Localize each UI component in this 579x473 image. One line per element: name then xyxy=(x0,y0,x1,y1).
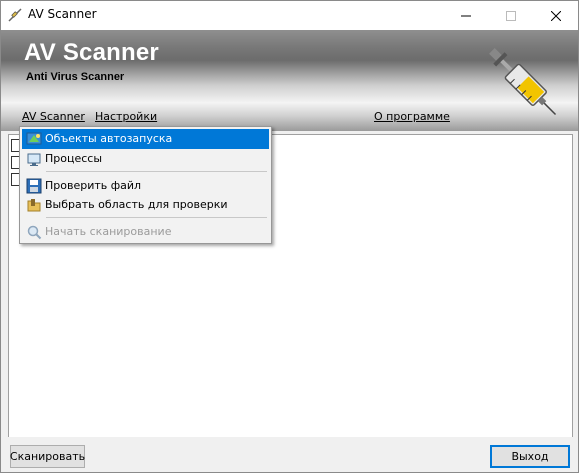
processes-icon xyxy=(27,153,41,166)
close-button[interactable] xyxy=(533,1,578,30)
folder-icon xyxy=(27,199,41,212)
menu-settings[interactable]: Настройки xyxy=(95,110,157,123)
menu-item-label: Объекты автозапуска xyxy=(45,132,173,145)
header-banner: AV Scanner Anti Virus Scanner AV Scanner… xyxy=(1,30,578,131)
maximize-icon xyxy=(505,10,516,21)
menu-item-check-file[interactable]: Проверить файл xyxy=(22,176,269,196)
startup-objects-icon xyxy=(26,132,42,145)
close-icon xyxy=(550,10,561,21)
menu-item-select-area[interactable]: Выбрать область для проверки xyxy=(22,195,269,215)
menu-item-label: Процессы xyxy=(45,152,103,165)
menu-item-processes[interactable]: Процессы xyxy=(22,149,269,169)
title-bar[interactable]: AV Scanner xyxy=(1,1,578,30)
floppy-disk-icon xyxy=(26,178,42,194)
menu-item-label: Проверить файл xyxy=(45,179,142,192)
menu-item-start-scan[interactable]: Начать сканирование xyxy=(22,222,269,242)
minimize-icon xyxy=(460,15,471,16)
menu-item-startup-objects[interactable]: Объекты автозапуска xyxy=(22,129,269,149)
menu-item-label: Выбрать область для проверки xyxy=(45,198,228,211)
app-window: AV Scanner AV Scanner Anti Virus Scanner xyxy=(0,0,579,473)
syringe-icon xyxy=(8,8,22,22)
menu-av-scanner[interactable]: AV Scanner xyxy=(22,110,85,123)
window-title: AV Scanner xyxy=(28,7,97,21)
minimize-button[interactable] xyxy=(443,1,488,30)
menu-separator xyxy=(46,217,267,218)
context-menu: Объекты автозапуска Процессы Проверить ф… xyxy=(19,126,272,244)
menu-about[interactable]: О программе xyxy=(374,110,450,123)
maximize-button[interactable] xyxy=(488,1,533,30)
exit-button[interactable]: Выход xyxy=(490,445,570,468)
scan-button[interactable]: Сканировать xyxy=(10,445,85,468)
menu-separator xyxy=(46,171,267,172)
magnifier-icon xyxy=(27,225,42,240)
banner-subtitle: Anti Virus Scanner xyxy=(26,71,125,83)
banner-title: AV Scanner xyxy=(24,39,159,66)
menu-item-label: Начать сканирование xyxy=(45,225,172,238)
bottom-bar: Сканировать Выход xyxy=(1,437,578,472)
